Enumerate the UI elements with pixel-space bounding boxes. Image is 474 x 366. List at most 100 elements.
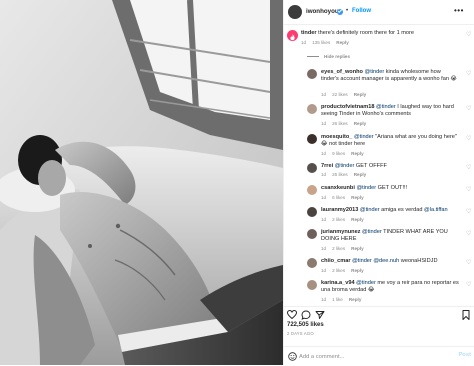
reply-button[interactable]: Reply [354, 92, 367, 97]
comment-icon[interactable] [301, 310, 311, 320]
post-viewer: iwonhoyou • Follow ••• tinder there's de… [0, 0, 474, 365]
comment-time: 1d [321, 297, 327, 302]
comment-mention[interactable]: @la.tiffan [424, 207, 448, 213]
comment-avatar[interactable] [307, 185, 317, 195]
heart-icon[interactable] [287, 310, 297, 319]
reply-button[interactable]: Reply [351, 246, 364, 251]
comment-heart-icon[interactable]: ♡ [466, 135, 471, 142]
comment-avatar[interactable] [307, 69, 317, 79]
comment-username[interactable]: tinder [301, 30, 317, 36]
comment-text: chiio_cmar @tinder @dee.nuh weonaHSIDJD [321, 258, 459, 265]
comment-mention[interactable]: @tinder [365, 69, 385, 75]
emoji-icon[interactable] [288, 352, 297, 361]
comment-heart-icon[interactable]: ♡ [466, 230, 471, 237]
comment-avatar[interactable] [307, 229, 317, 239]
comment-time: 1d [321, 268, 327, 273]
comment-time: 1d [321, 172, 327, 177]
comment-avatar[interactable] [307, 280, 317, 290]
comment-likes[interactable]: 22 likes [332, 92, 348, 97]
comment-mention[interactable]: @tinder [352, 258, 372, 264]
comment-time: 1d [321, 195, 327, 200]
comment-avatar[interactable] [307, 163, 317, 173]
reply-button[interactable]: Reply [351, 151, 364, 156]
comment-likes[interactable]: 2 likes [332, 217, 345, 222]
comment-mention[interactable]: @tinder [356, 280, 376, 286]
verified-icon [337, 8, 343, 15]
comment-input[interactable] [299, 352, 439, 361]
comment-avatar[interactable] [307, 258, 317, 268]
likes-count[interactable]: 722,505 likes [287, 322, 324, 328]
reply-button[interactable]: Reply [349, 297, 362, 302]
comment-heart-icon[interactable]: ♡ [466, 259, 471, 266]
comment-meta: 1d 2 likes Reply [321, 217, 370, 222]
comment-username[interactable]: moesquito_ [321, 134, 352, 140]
post-photo[interactable] [0, 0, 283, 365]
bookmark-icon[interactable] [462, 310, 470, 320]
comment-avatar[interactable] [307, 104, 317, 114]
comment-likes[interactable]: 26 likes [332, 121, 348, 126]
comment-username[interactable]: eyes_of_wonho [321, 69, 363, 75]
comment-avatar[interactable] [287, 30, 298, 41]
comment-meta: 1d 135 likes Reply [301, 40, 355, 45]
comment-username[interactable]: 7rrei [321, 163, 333, 169]
post-header: iwonhoyou • Follow ••• [284, 0, 474, 25]
comment-mention[interactable]: @dee.nuh [373, 258, 399, 264]
comment-time: 1d [321, 92, 327, 97]
comment-text: lauranmy2013 @tinder amiga es verdad @la… [321, 207, 459, 214]
comment-likes[interactable]: 2 likes [332, 246, 345, 251]
reply-button[interactable]: Reply [336, 40, 349, 45]
comment-text: eyes_of_wonho @tinder kinda wholesome ho… [321, 69, 459, 83]
comment-username[interactable]: csanxkeunbi [321, 185, 355, 191]
comment-meta: 1d 1 like Reply [321, 297, 367, 302]
reply-button[interactable]: Reply [354, 121, 367, 126]
share-icon[interactable] [315, 310, 325, 320]
comment-username[interactable]: chiio_cmar [321, 258, 351, 264]
reply-button[interactable]: Reply [354, 172, 367, 177]
comment-mention[interactable]: @tinder [376, 104, 396, 110]
comment-username[interactable]: productofvietnam18 [321, 104, 374, 110]
follow-button[interactable]: Follow [352, 8, 371, 14]
comment-text: productofvietnam18 @tinder I laughed way… [321, 104, 459, 118]
comment-mention[interactable]: @tinder [360, 207, 380, 213]
comment-meta: 1d 2 likes Reply [321, 246, 370, 251]
comment-heart-icon[interactable]: ♡ [466, 164, 471, 171]
comment-avatar[interactable] [307, 134, 317, 144]
reply-button[interactable]: Reply [351, 217, 364, 222]
comment-text: tinder there's definitely room there for… [301, 30, 456, 37]
comment-likes[interactable]: 9 likes [332, 151, 345, 156]
post-side-panel: iwonhoyou • Follow ••• tinder there's de… [283, 0, 474, 365]
comment-username[interactable]: lauranmy2013 [321, 207, 358, 213]
add-comment-bar: Post [284, 346, 474, 366]
comment-likes[interactable]: 6 likes [332, 195, 345, 200]
comment-likes[interactable]: 1 like [332, 297, 343, 302]
reply-button[interactable]: Reply [351, 268, 364, 273]
comment-mention[interactable]: @tinder [356, 185, 376, 191]
post-button[interactable]: Post [458, 352, 471, 358]
comment-username[interactable]: karina.a_v94 [321, 280, 355, 286]
comment-time: 1d [321, 121, 327, 126]
comment-heart-icon[interactable]: ♡ [466, 31, 471, 38]
comment-heart-icon[interactable]: ♡ [466, 208, 471, 215]
comment-heart-icon[interactable]: ♡ [466, 70, 471, 77]
comment-text: karina.a_v94 @tinder me voy a reir para … [321, 280, 459, 294]
post-timestamp[interactable]: 2 DAYS AGO [287, 331, 314, 336]
comment-likes[interactable]: 2 likes [332, 268, 345, 273]
reply-button[interactable]: Reply [351, 195, 364, 200]
comment-heart-icon[interactable]: ♡ [466, 281, 471, 288]
comment-mention[interactable]: @tinder [362, 229, 382, 235]
author-username[interactable]: iwonhoyou [306, 8, 339, 15]
comment-likes[interactable]: 135 likes [312, 40, 330, 45]
comment-body: amiga es verdad [379, 207, 425, 213]
comment-meta: 1d 6 likes Reply [321, 195, 370, 200]
hide-replies-button[interactable]: Hide replies [307, 54, 350, 59]
comment-username[interactable]: jurianmynunez [321, 229, 360, 235]
comment-mention[interactable]: @tinder [335, 163, 355, 169]
more-options-icon[interactable]: ••• [454, 6, 464, 15]
comment-mention[interactable]: @tinder [354, 134, 374, 140]
comment-likes[interactable]: 25 likes [332, 172, 348, 177]
comment-heart-icon[interactable]: ♡ [466, 105, 471, 112]
comment-heart-icon[interactable]: ♡ [466, 186, 471, 193]
comment-text: jurianmynunez @tinder TINDER WHAT ARE YO… [321, 229, 459, 243]
comment-avatar[interactable] [307, 207, 317, 217]
avatar[interactable] [288, 5, 302, 19]
